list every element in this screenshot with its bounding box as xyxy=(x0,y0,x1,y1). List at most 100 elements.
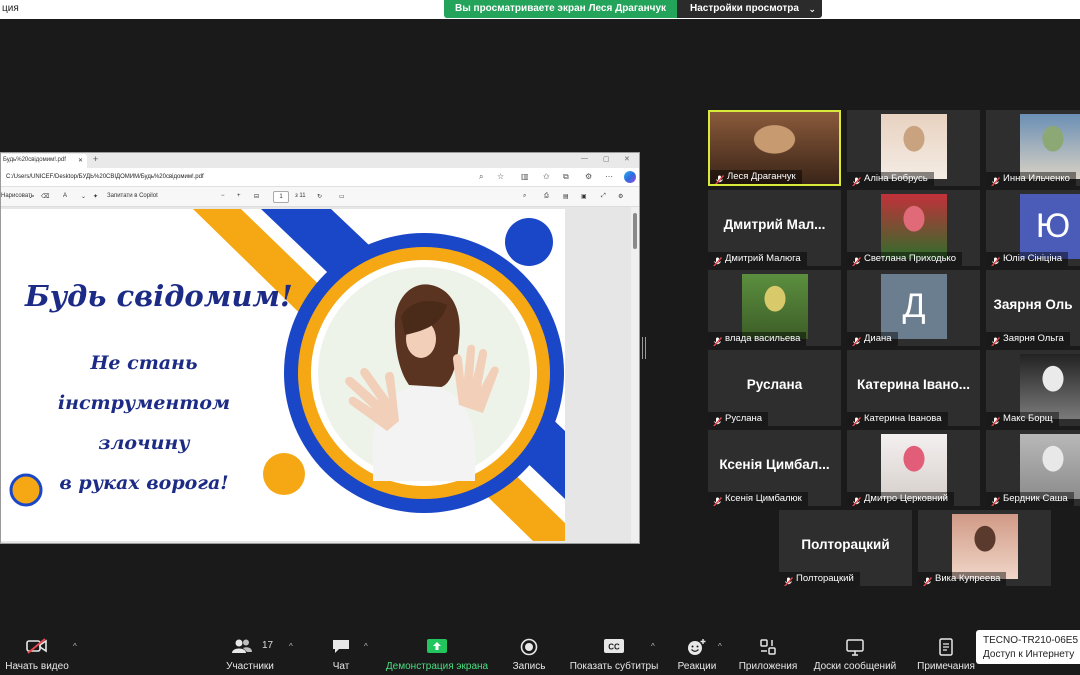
search-icon[interactable]: ⌕ xyxy=(523,193,526,200)
participant-tile[interactable]: Руслана Руслана xyxy=(708,350,841,426)
more-icon[interactable]: ⋯ xyxy=(605,172,613,181)
save-icon[interactable]: ▣ xyxy=(581,193,587,200)
participant-video xyxy=(881,194,947,259)
participant-tile[interactable]: Д Диана xyxy=(847,270,980,346)
participant-video xyxy=(881,114,947,179)
participant-tile[interactable]: Светлана Приходько xyxy=(847,190,980,266)
participants-button[interactable]: Участники xyxy=(218,628,282,675)
participant-tile[interactable]: Инна Ильченко xyxy=(986,110,1080,186)
slide-subtitle: Не стань інструментом злочину в руках во… xyxy=(21,343,267,503)
chevron-down-icon[interactable]: ⌄ xyxy=(28,193,33,200)
chevron-down-icon: ⌄ xyxy=(808,4,816,14)
muted-mic-icon xyxy=(923,574,933,586)
reactions-button[interactable]: Реакции xyxy=(674,628,720,675)
participant-avatar-letter: Д xyxy=(881,274,947,339)
print-icon[interactable]: ⎙ xyxy=(544,193,549,200)
screen-share-banner: Вы просматриваете экран Леся Драганчук xyxy=(444,0,677,18)
participant-tile[interactable]: Вика Купреева xyxy=(918,510,1051,586)
show-captions-button[interactable]: CC Показать субтитры xyxy=(566,628,662,675)
save-as-icon[interactable]: ▤ xyxy=(563,193,569,200)
zoom-in-button[interactable]: + xyxy=(237,193,241,199)
muted-mic-icon xyxy=(713,334,723,346)
ask-copilot-button[interactable]: Запитати в Copilot xyxy=(107,193,158,199)
chat-label: Чат xyxy=(332,661,350,672)
pdf-scrollbar[interactable] xyxy=(631,207,639,543)
extensions-icon[interactable]: ⚙ xyxy=(585,172,592,181)
rotate-icon[interactable]: ↻ xyxy=(317,193,322,200)
minimize-icon[interactable]: — xyxy=(581,155,588,162)
muted-mic-icon xyxy=(713,414,723,426)
close-icon[interactable]: ✕ xyxy=(78,157,83,164)
participant-tile[interactable]: Леся Драганчук xyxy=(708,110,841,186)
participant-tile[interactable]: Ксенія Цимбал... Ксенія Цимбалюк xyxy=(708,430,841,506)
page-number-input[interactable]: 1 xyxy=(273,191,289,203)
copilot-small-icon[interactable]: ✦ xyxy=(93,193,98,200)
slide-title: Будь свідомим! xyxy=(25,279,293,313)
settings-gear-icon[interactable]: ⚙ xyxy=(618,193,623,200)
fit-page-icon[interactable]: ⊟ xyxy=(254,193,259,200)
reactions-options-caret-icon[interactable]: ^ xyxy=(718,642,722,651)
participant-tile[interactable]: Полторацкий Полторацкий xyxy=(779,510,912,586)
video-options-caret-icon[interactable]: ^ xyxy=(73,642,77,651)
splitter-handle[interactable] xyxy=(642,337,646,359)
record-button[interactable]: Запись xyxy=(505,628,553,675)
participant-tile[interactable]: Аліна Бобрусь xyxy=(847,110,980,186)
share-screen-button[interactable]: Демонстрация экрана xyxy=(380,628,494,675)
participants-options-caret-icon[interactable]: ^ xyxy=(289,642,293,651)
participant-tile[interactable]: Бердник Саша xyxy=(986,430,1080,506)
notes-button[interactable]: Примечания xyxy=(912,628,980,675)
new-tab-icon[interactable]: + xyxy=(93,154,98,164)
browser-tab[interactable]: Будь%20свідомим!.pdf ✕ xyxy=(1,154,87,168)
slide-subtitle-line: інструментом злочину xyxy=(57,392,231,454)
fullscreen-icon[interactable]: ⤢ xyxy=(601,193,606,200)
search-icon[interactable]: ⌕ xyxy=(479,172,483,182)
chat-button[interactable]: Чат xyxy=(320,628,362,675)
participant-video xyxy=(881,434,947,499)
participant-name: Катерина Іванова xyxy=(847,412,948,426)
participant-tile[interactable]: Заярня Оль Заярня Ольга xyxy=(986,270,1080,346)
video-off-icon xyxy=(26,638,47,654)
participant-tile[interactable]: влада васильева xyxy=(708,270,841,346)
chevron-down-icon[interactable]: ⌄ xyxy=(81,193,86,200)
participant-display-name: Заярня Оль xyxy=(993,297,1073,312)
view-options-button[interactable]: Настройки просмотра ⌄ xyxy=(677,0,822,18)
participant-video xyxy=(1020,434,1080,499)
participant-video xyxy=(952,514,1018,579)
favorites-icon[interactable]: ✩ xyxy=(543,172,550,181)
muted-mic-icon xyxy=(715,172,725,184)
copilot-icon[interactable] xyxy=(624,171,636,183)
participant-display-name: Катерина Івано... xyxy=(856,377,971,392)
url-text: C:/Users/UNICEF/Desktop/БУДЬ%20СВІДОМИМ/… xyxy=(6,174,204,180)
participant-tile[interactable]: Дмитро Церковний xyxy=(847,430,980,506)
participant-tile[interactable]: Катерина Івано... Катерина Іванова xyxy=(847,350,980,426)
tab-title: Будь%20свідомим!.pdf xyxy=(3,157,66,163)
participant-tile[interactable]: Ю Юлія Сініціна xyxy=(986,190,1080,266)
participant-video xyxy=(742,274,808,339)
slide-subtitle-line: Не стань xyxy=(90,352,198,374)
window-close-icon[interactable]: ✕ xyxy=(624,155,630,163)
decor-dot-blue xyxy=(505,218,553,266)
collections-icon[interactable]: ⧉ xyxy=(563,172,569,182)
participant-name: Дмитро Церковний xyxy=(847,492,954,506)
eraser-icon[interactable]: ⌫ xyxy=(41,193,49,200)
participant-tile[interactable]: Макс Борщ xyxy=(986,350,1080,426)
captions-options-caret-icon[interactable]: ^ xyxy=(651,642,655,651)
reactions-icon xyxy=(688,639,706,655)
read-aloud-icon[interactable]: A xyxy=(63,193,67,199)
star-icon[interactable]: ☆ xyxy=(497,172,504,181)
whiteboards-button[interactable]: Доски сообщений xyxy=(808,628,902,675)
address-bar[interactable]: C:/Users/UNICEF/Desktop/БУДЬ%20СВІДОМИМ/… xyxy=(1,168,639,187)
meeting-toolbar: Начать видео ^ Участники 17 ^ Чат ^ Демо… xyxy=(0,628,1080,675)
chat-options-caret-icon[interactable]: ^ xyxy=(364,642,368,651)
muted-mic-icon xyxy=(852,494,862,506)
start-video-button[interactable]: Начать видео xyxy=(0,628,74,675)
zoom-out-button[interactable]: − xyxy=(221,193,225,199)
muted-mic-icon xyxy=(852,334,862,346)
participant-tile[interactable]: Дмитрий Мал... Дмитрий Малюга xyxy=(708,190,841,266)
maximize-icon[interactable]: ▢ xyxy=(603,155,610,163)
split-view-icon[interactable]: ▥ xyxy=(521,172,529,181)
apps-button[interactable]: Приложения xyxy=(736,628,800,675)
apps-label: Приложения xyxy=(738,661,798,672)
scrollbar-thumb[interactable] xyxy=(633,213,637,249)
page-view-icon[interactable]: ▭ xyxy=(339,193,345,200)
